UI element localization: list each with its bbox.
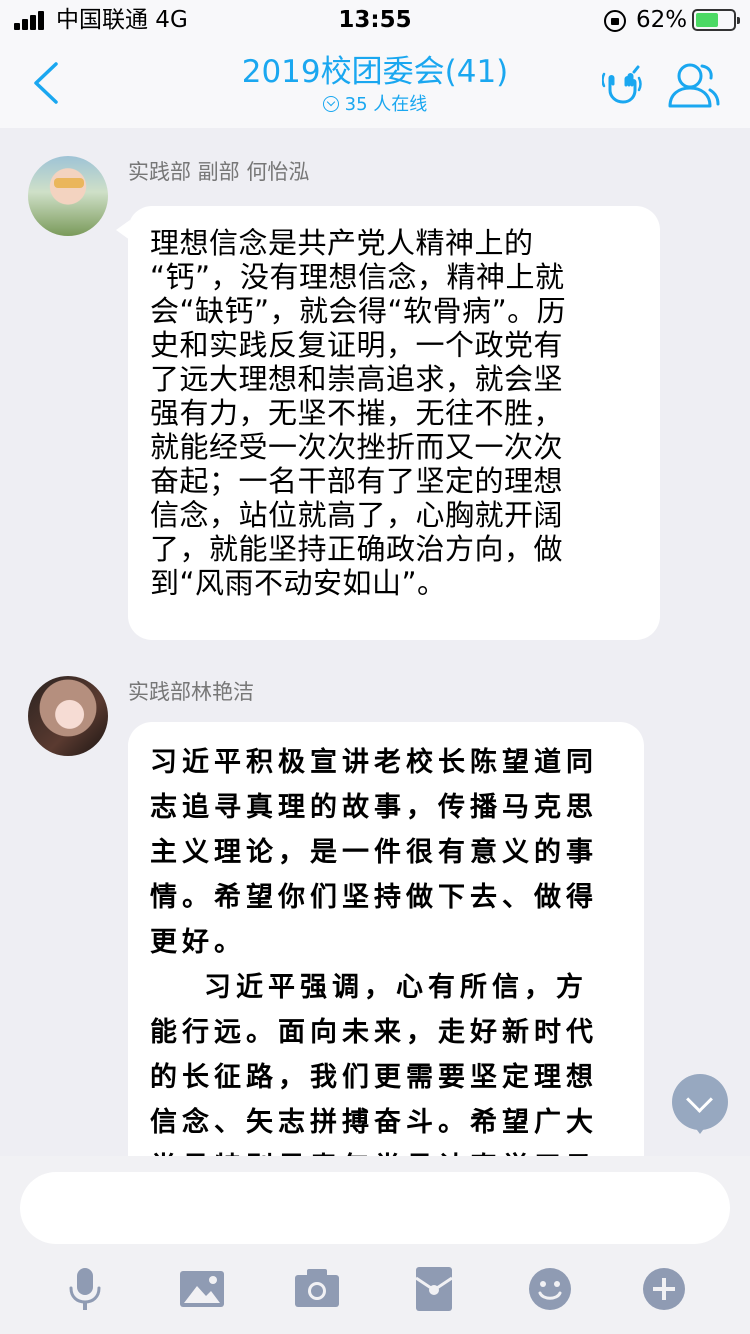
composer bbox=[0, 1156, 750, 1334]
message-line: 主义理论，是一件很有意义的事 bbox=[150, 837, 598, 868]
message-line: 党员特别是青年党员认真学习马 bbox=[150, 1145, 622, 1156]
message-line: 习近平积极宣讲老校长陈望道同 bbox=[150, 747, 598, 778]
message-list[interactable]: 实践部 副部 何怡泓 理想信念是共产党人精神上的 “钙”，没有理想信念，精神上就… bbox=[0, 128, 750, 1156]
message-line: 理想信念是共产党人精神上的 bbox=[150, 226, 534, 260]
message-line: 情。希望你们坚持做下去、做得 bbox=[150, 882, 598, 913]
message-line: 了远大理想和崇高追求，就会坚 bbox=[150, 362, 564, 396]
message-line: 就能经受一次次挫折而又一次次 bbox=[150, 430, 564, 464]
message-line: 更好。 bbox=[150, 927, 246, 958]
red-packet-icon[interactable] bbox=[411, 1266, 457, 1312]
message-text: 习近平积极宣讲老校长陈望道同 志追寻真理的故事，传播马克思 主义理论，是一件很有… bbox=[150, 740, 622, 1156]
message-line: 的长征路，我们更需要坚定理想 bbox=[150, 1062, 598, 1093]
battery-fill bbox=[696, 13, 719, 27]
message-line: 信念、矢志拼搏奋斗。希望广大 bbox=[150, 1107, 598, 1138]
sender-name: 实践部 副部 何怡泓 bbox=[128, 160, 310, 184]
online-text: 35 人在线 bbox=[344, 94, 428, 115]
message-text: 理想信念是共产党人精神上的 “钙”，没有理想信念，精神上就 会“缺钙”，就会得“… bbox=[150, 226, 638, 600]
emoji-icon[interactable] bbox=[527, 1266, 573, 1312]
message-line: 信念，站位就高了，心胸就开阔 bbox=[150, 498, 564, 532]
message-line: 了，就能坚持正确政治方向，做 bbox=[150, 532, 564, 566]
camera-icon[interactable] bbox=[294, 1266, 340, 1312]
message-line: 强有力，无坚不摧，无往不胜， bbox=[150, 396, 564, 430]
hand-gesture-icon[interactable] bbox=[602, 64, 642, 104]
message-input[interactable] bbox=[20, 1172, 730, 1244]
message-bubble[interactable]: 理想信念是共产党人精神上的 “钙”，没有理想信念，精神上就 会“缺钙”，就会得“… bbox=[116, 206, 660, 640]
avatar[interactable] bbox=[28, 676, 108, 756]
message-line: 到“风雨不动安如山”。 bbox=[150, 566, 447, 600]
battery-charging-icon bbox=[692, 9, 740, 31]
chat-header: 2019校团委会(41) 35 人在线 bbox=[0, 40, 750, 128]
avatar[interactable] bbox=[28, 156, 108, 236]
message-bubble[interactable]: 习近平积极宣讲老校长陈望道同 志追寻真理的故事，传播马克思 主义理论，是一件很有… bbox=[128, 722, 644, 1156]
message-line: “钙”，没有理想信念，精神上就 bbox=[150, 260, 565, 294]
image-icon[interactable] bbox=[179, 1266, 225, 1312]
sender-name: 实践部林艳洁 bbox=[128, 680, 254, 704]
orientation-lock-icon bbox=[604, 10, 626, 32]
microphone-icon[interactable] bbox=[62, 1266, 108, 1312]
group-members-icon[interactable] bbox=[664, 60, 720, 110]
message-line: 志追寻真理的故事，传播马克思 bbox=[150, 792, 598, 823]
message-line: 能行远。面向未来，走好新时代 bbox=[150, 1017, 598, 1048]
message-line: 奋起；一名干部有了坚定的理想 bbox=[150, 464, 564, 498]
message-line: 史和实践反复证明，一个政党有 bbox=[150, 328, 564, 362]
message-line: 会“缺钙”，就会得“软骨病”。历 bbox=[150, 294, 567, 328]
status-bar: 中国联通 4G 13:55 62% bbox=[0, 0, 750, 40]
chevron-down-icon bbox=[322, 96, 339, 112]
plus-icon[interactable] bbox=[641, 1266, 687, 1312]
message-line: 习近平强调，心有所信，方 bbox=[204, 972, 588, 1003]
scroll-to-bottom-button[interactable] bbox=[672, 1074, 728, 1134]
battery-percent: 62% bbox=[636, 7, 688, 33]
